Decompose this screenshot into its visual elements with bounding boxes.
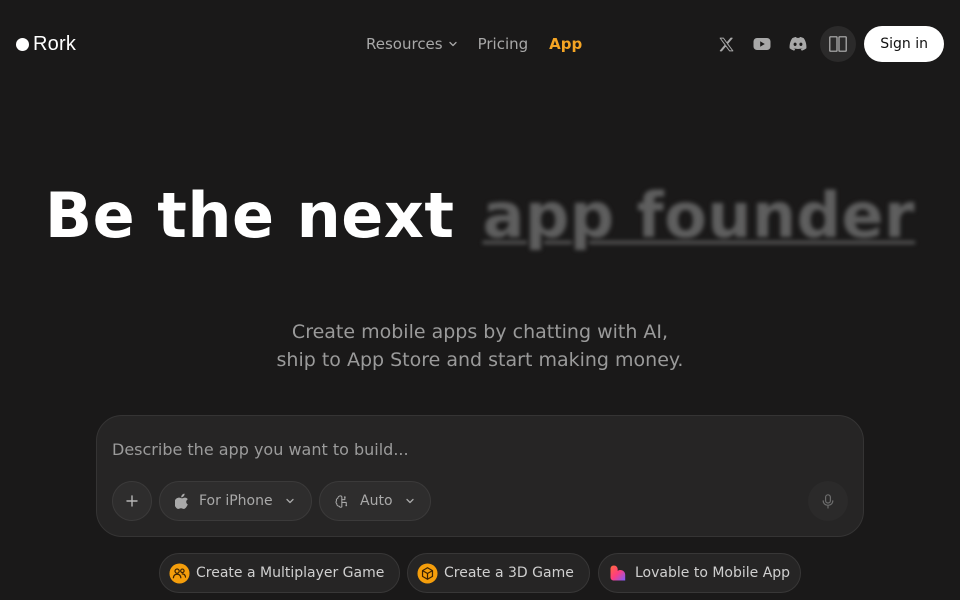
model-selector-label: Auto: [360, 493, 393, 509]
panel-toggle-icon: [829, 36, 848, 52]
hero-subtitle: Create mobile apps by chatting with AI, …: [0, 318, 960, 374]
plus-icon: [126, 495, 138, 507]
discord-link[interactable]: [780, 26, 816, 62]
suggestion-label: Create a Multiplayer Game: [196, 565, 385, 581]
apple-icon: [175, 493, 189, 509]
youtube-icon: [753, 38, 771, 50]
discord-icon: [789, 37, 807, 51]
top-header: Rork Resources Pricing App Sign in: [0, 0, 960, 88]
suggestion-lovable-to-mobile[interactable]: Lovable to Mobile App: [598, 553, 801, 593]
attach-button[interactable]: [112, 481, 152, 521]
voice-input-button[interactable]: [808, 481, 848, 521]
suggestion-multiplayer-game[interactable]: Create a Multiplayer Game: [159, 553, 400, 593]
x-twitter-icon: [719, 37, 734, 51]
nav-app[interactable]: App: [549, 35, 582, 53]
suggestion-label: Create a 3D Game: [444, 565, 574, 581]
hero-title-rotating: app founder: [482, 179, 916, 252]
chevron-down-icon: [405, 496, 415, 506]
brand-logo[interactable]: Rork: [16, 30, 76, 58]
header-actions: Sign in: [708, 26, 944, 62]
cube-icon: [416, 562, 438, 584]
nav-resources[interactable]: Resources: [366, 35, 458, 53]
hero-heading: Be the next app founder: [0, 180, 960, 252]
brand-name: Rork: [33, 32, 77, 55]
logo-dot-icon: [16, 37, 29, 51]
x-twitter-link[interactable]: [708, 26, 744, 62]
suggestion-3d-game[interactable]: Create a 3D Game: [407, 553, 590, 593]
prompt-box: For iPhone Auto: [96, 415, 864, 537]
lovable-heart-icon: [607, 562, 629, 584]
nav-resources-label: Resources: [366, 35, 443, 53]
hero-subtitle-line-1: Create mobile apps by chatting with AI,: [291, 321, 669, 343]
youtube-link[interactable]: [744, 26, 780, 62]
prompt-input[interactable]: [112, 440, 812, 459]
chevron-down-icon: [448, 41, 457, 47]
device-selector[interactable]: For iPhone: [159, 481, 312, 521]
panel-toggle-button[interactable]: [820, 26, 857, 62]
multiplayer-icon: [168, 562, 190, 584]
chevron-down-icon: [285, 496, 295, 506]
microphone-icon: [822, 493, 834, 509]
brain-icon: [335, 494, 350, 509]
suggestion-label: Lovable to Mobile App: [635, 565, 791, 581]
hero-title-static: Be the next: [44, 179, 455, 252]
hero-subtitle-line-2: ship to App Store and start making money…: [276, 349, 684, 371]
main-nav: Resources Pricing App: [366, 32, 582, 56]
hero-title: Be the next app founder: [0, 180, 960, 252]
model-selector[interactable]: Auto: [319, 481, 431, 521]
sign-in-button[interactable]: Sign in: [864, 26, 944, 62]
nav-pricing[interactable]: Pricing: [478, 35, 529, 53]
device-selector-label: For iPhone: [199, 493, 273, 509]
